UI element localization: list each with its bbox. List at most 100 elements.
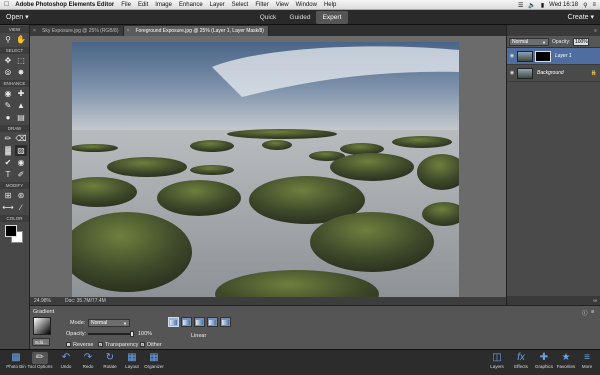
- section-draw-label: DRAW: [0, 125, 29, 132]
- radial-gradient-button[interactable]: [181, 317, 192, 327]
- menu-enhance[interactable]: Enhance: [179, 2, 203, 8]
- canvas-area[interactable]: [30, 36, 506, 298]
- chevron-down-icon: ▼: [123, 321, 127, 326]
- opacity-slider-thumb[interactable]: [130, 331, 134, 337]
- edit-gradient-button[interactable]: Edit...: [32, 338, 50, 346]
- content-aware-move-tool-icon[interactable]: ⟷: [2, 202, 14, 213]
- diamond-gradient-button[interactable]: [220, 317, 231, 327]
- transparency-checkbox[interactable]: ✓: [98, 342, 103, 347]
- reverse-label: Reverse: [73, 342, 94, 348]
- clone-stamp-tool-icon[interactable]: ▲: [15, 100, 27, 111]
- doc-tab-foreground-exposure[interactable]: × Foreground Exposure.jpg @ 25% (Layer 1…: [123, 26, 269, 36]
- smart-brush-tool-icon[interactable]: ✎: [2, 100, 14, 111]
- menu-edit[interactable]: Edit: [138, 2, 148, 8]
- healing-brush-tool-icon[interactable]: ✚: [15, 88, 27, 99]
- marquee-tool-icon[interactable]: ⬚: [15, 55, 27, 66]
- more-button[interactable]: ≡ More: [573, 352, 600, 374]
- star-icon: ★: [561, 352, 571, 363]
- pencil-tool-icon[interactable]: ✐: [15, 169, 27, 180]
- straighten-tool-icon[interactable]: ∕: [15, 202, 27, 213]
- link-layers-icon[interactable]: ∞: [593, 298, 597, 304]
- rock: [107, 157, 187, 177]
- blend-mode-select[interactable]: Normal ▼: [509, 37, 549, 46]
- menu-file[interactable]: File: [121, 2, 131, 8]
- apple-icon[interactable]: : [4, 1, 9, 8]
- doc-tab-sky-exposure[interactable]: × Sky Exposure.jpg @ 25% (RGB/8): [30, 26, 124, 36]
- menu-help[interactable]: Help: [324, 2, 336, 8]
- tab-quick[interactable]: Quick: [252, 11, 284, 24]
- tab-guided[interactable]: Guided: [284, 11, 316, 24]
- red-eye-tool-icon[interactable]: ◉: [2, 88, 14, 99]
- hand-tool-icon[interactable]: ✋: [15, 34, 27, 45]
- help-icon[interactable]: ⓘ: [582, 309, 588, 317]
- type-tool-icon[interactable]: T: [2, 169, 14, 180]
- move-tool-icon[interactable]: ✥: [2, 55, 14, 66]
- linear-gradient-button[interactable]: [168, 317, 179, 327]
- blur-tool-icon[interactable]: ●: [2, 112, 14, 123]
- brush-tool-icon[interactable]: ✏: [2, 133, 14, 144]
- quick-selection-tool-icon[interactable]: ✸: [15, 67, 27, 78]
- list-icon[interactable]: ≡: [592, 2, 596, 8]
- menu-filter[interactable]: Filter: [255, 2, 268, 8]
- tool-options-label: Tool Options: [27, 364, 53, 369]
- reverse-checkbox[interactable]: [66, 342, 71, 347]
- chevron-down-icon: ▾: [25, 14, 29, 21]
- rock: [330, 153, 414, 181]
- sponge-tool-icon[interactable]: ▤: [15, 112, 27, 123]
- gradient-tool-icon[interactable]: ▨: [15, 145, 27, 156]
- doc-tab-label: Foreground Exposure.jpg @ 25% (Layer 1, …: [135, 28, 264, 34]
- open-button[interactable]: Open ▾: [6, 13, 29, 21]
- options-menu-icon[interactable]: ≡: [591, 309, 594, 315]
- menu-layer[interactable]: Layer: [210, 2, 225, 8]
- menu-window[interactable]: Window: [296, 2, 317, 8]
- dither-checkbox[interactable]: ✓: [140, 342, 145, 347]
- layers-options-bar: Normal ▼ Opacity: 100%: [507, 36, 600, 48]
- visibility-eye-icon[interactable]: ◉: [509, 70, 515, 76]
- create-button[interactable]: Create ▾: [568, 13, 594, 21]
- panel-menu-icon[interactable]: ≡: [594, 28, 597, 34]
- lasso-tool-icon[interactable]: ⦾: [2, 67, 14, 78]
- menu-image[interactable]: Image: [155, 2, 172, 8]
- gradient-preview[interactable]: [33, 317, 51, 335]
- opacity-label: Opacity:: [66, 331, 87, 337]
- angle-gradient-button[interactable]: [194, 317, 205, 327]
- layer-row-layer1[interactable]: ◉ Layer 1: [507, 48, 600, 65]
- recompose-tool-icon[interactable]: ⊛: [15, 190, 27, 201]
- layer-row-background[interactable]: ◉ Background 🔒: [507, 65, 600, 82]
- paint-bucket-tool-icon[interactable]: ▓: [2, 145, 14, 156]
- layer-opacity-field[interactable]: 100%: [573, 37, 590, 46]
- layer-thumbnail: [517, 50, 533, 62]
- zoom-level[interactable]: 24.98%: [34, 298, 51, 304]
- task-bar: ▩ Photo Bin ✏ Tool Options ↶ Undo ↷ Redo…: [0, 349, 600, 375]
- panel-footer: ∞: [507, 296, 600, 305]
- battery-icon[interactable]: ▮: [541, 2, 544, 9]
- zoom-tool-icon[interactable]: ⚲: [2, 34, 14, 45]
- mac-menu-bar:  Adobe Photoshop Elements Editor File E…: [0, 0, 600, 10]
- tab-expert[interactable]: Expert: [316, 11, 348, 24]
- app-name-menu[interactable]: Adobe Photoshop Elements Editor: [15, 2, 114, 8]
- photo-bin-icon: ▩: [11, 352, 21, 363]
- mode-tabs: Quick Guided Expert: [252, 11, 348, 24]
- section-modify-label: MODIFY: [0, 182, 29, 189]
- menu-select[interactable]: Select: [232, 2, 249, 8]
- visibility-eye-icon[interactable]: ◉: [509, 53, 515, 59]
- custom-shape-tool-icon[interactable]: ◉: [15, 157, 27, 168]
- photo-canvas[interactable]: [72, 42, 459, 298]
- eyedropper-tool-icon[interactable]: ✔: [2, 157, 14, 168]
- opacity-slider[interactable]: [88, 331, 134, 337]
- clock-text[interactable]: Wed 16:18: [549, 2, 578, 8]
- reflected-gradient-button[interactable]: [207, 317, 218, 327]
- foreground-color-swatch[interactable]: [5, 225, 17, 237]
- layer-mask-thumbnail[interactable]: [535, 50, 551, 62]
- close-icon[interactable]: ×: [127, 26, 130, 36]
- search-icon[interactable]: ⚲: [583, 2, 587, 9]
- mode-select[interactable]: Normal ▼: [88, 319, 130, 327]
- organizer-button[interactable]: ▦ Organizer: [140, 352, 168, 374]
- wifi-icon[interactable]: ☰: [518, 2, 523, 9]
- eraser-tool-icon[interactable]: ⌫: [15, 133, 27, 144]
- close-icon[interactable]: ×: [33, 26, 36, 36]
- crop-tool-icon[interactable]: ⊞: [2, 190, 14, 201]
- volume-icon[interactable]: 🔈: [528, 2, 535, 9]
- menu-view[interactable]: View: [276, 2, 289, 8]
- tool-options-button[interactable]: ✏ Tool Options: [26, 352, 54, 374]
